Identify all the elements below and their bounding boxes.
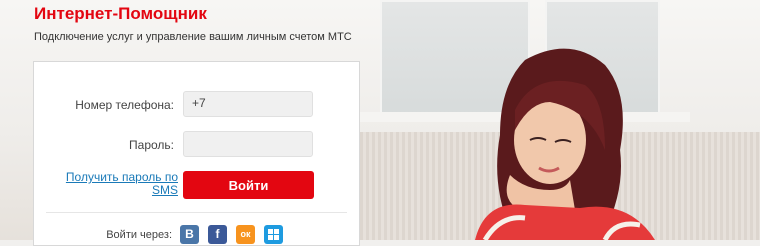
social-login-label: Войти через: xyxy=(106,229,172,241)
windows-icon[interactable] xyxy=(264,225,283,244)
password-label: Пароль: xyxy=(129,138,174,152)
phone-label: Номер телефона: xyxy=(75,98,174,112)
phone-prefix: +7 xyxy=(192,96,206,110)
divider xyxy=(46,212,347,213)
vkontakte-icon[interactable]: B xyxy=(180,225,199,244)
facebook-icon[interactable]: f xyxy=(208,225,227,244)
page-subtitle: Подключение услуг и управление вашим лич… xyxy=(34,31,352,43)
login-card: Номер телефона: +7 Пароль: Получить паро… xyxy=(33,61,360,246)
odnoklassniki-icon[interactable]: ок xyxy=(236,225,255,244)
page-title: Интернет-Помощник xyxy=(34,4,207,23)
woman-illustration xyxy=(475,48,655,240)
password-input[interactable] xyxy=(183,131,313,157)
login-button[interactable]: Войти xyxy=(183,171,314,199)
get-sms-password-link[interactable]: Получить пароль по SMS xyxy=(54,171,178,197)
